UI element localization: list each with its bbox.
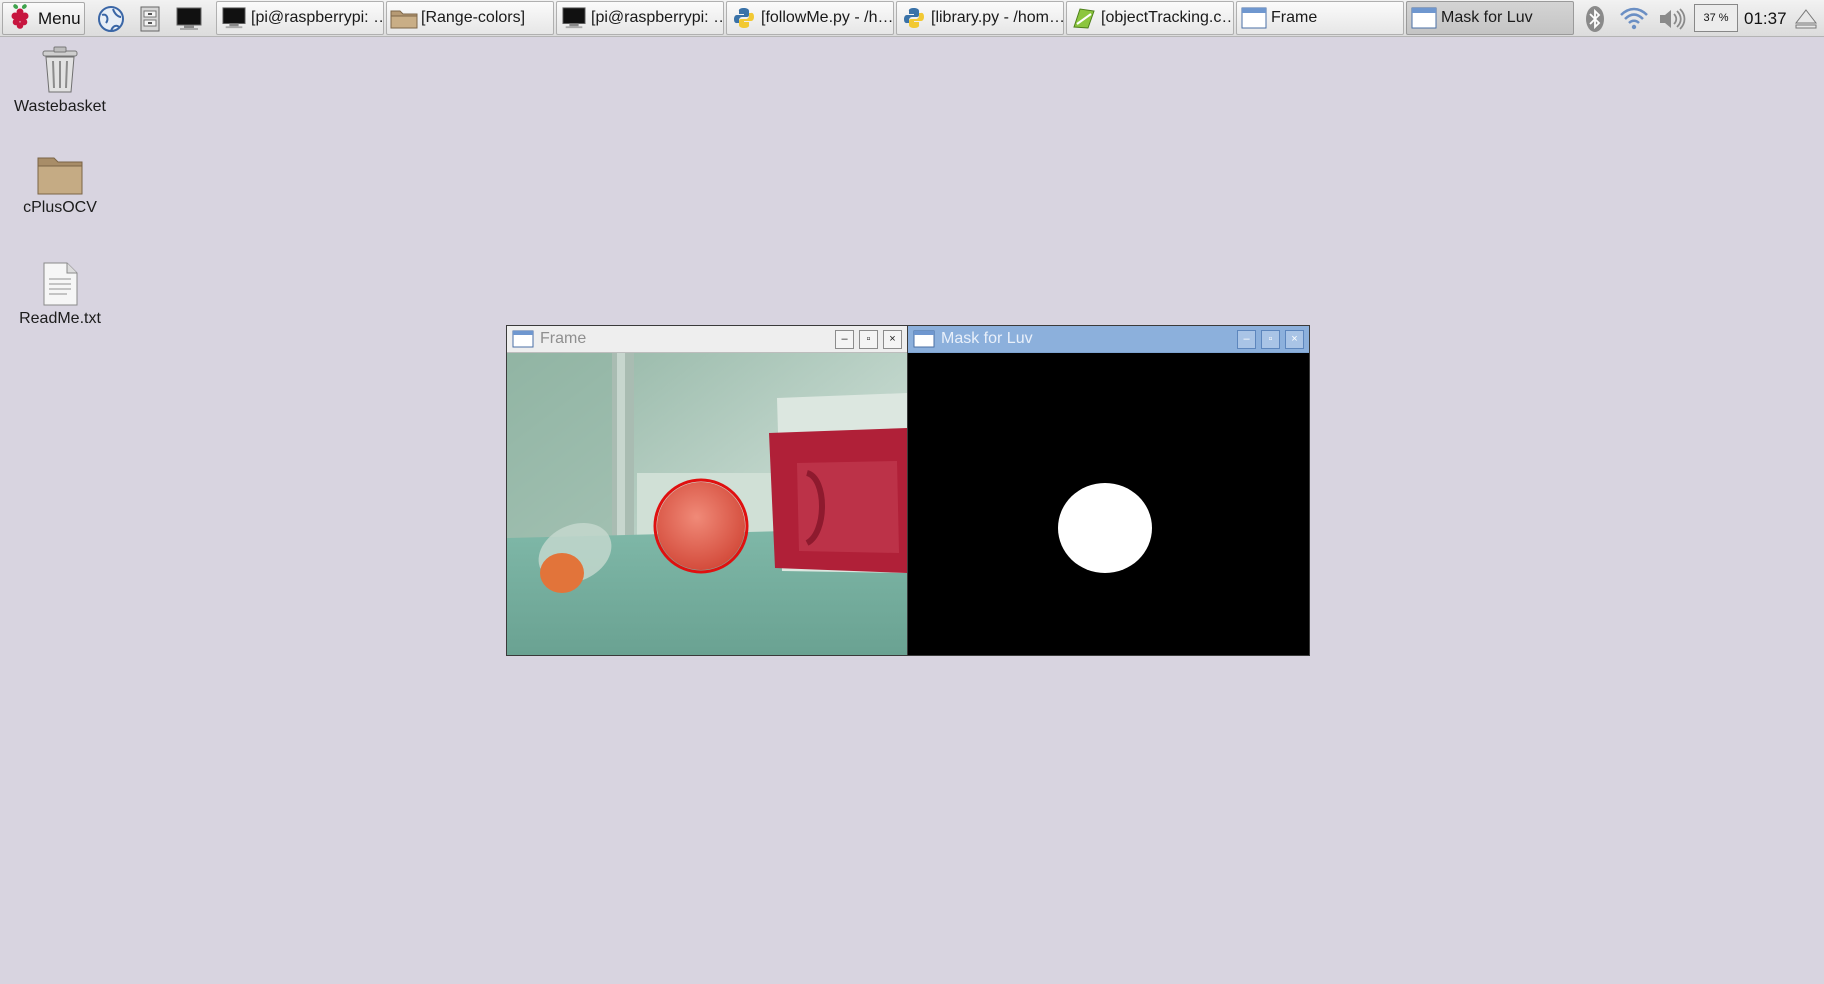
speaker-icon	[1660, 7, 1686, 30]
globe-icon	[98, 5, 124, 32]
clock[interactable]: 01:37	[1744, 0, 1787, 37]
desktop-icon-label: cPlusOCV	[23, 199, 97, 216]
taskbar: Menu [pi@raspberrypi: … [Range-colors] […	[0, 0, 1824, 37]
close-button[interactable]: ×	[1285, 329, 1304, 349]
window-icon	[913, 330, 935, 348]
clock-time: 01:37	[1744, 8, 1787, 28]
close-icon: ×	[1291, 332, 1298, 345]
window-frame[interactable]: Frame – ▫ ×	[506, 325, 908, 656]
folder-icon	[390, 6, 418, 30]
bluetooth-button[interactable]	[1580, 3, 1610, 34]
eject-button[interactable]	[1792, 3, 1820, 34]
task-label: [followMe.py - /h…	[761, 9, 893, 26]
terminal-icon	[220, 6, 248, 30]
desktop-icon-readme[interactable]: ReadMe.txt	[0, 261, 120, 328]
minimize-icon: –	[841, 332, 848, 345]
maximize-button[interactable]: ▫	[859, 329, 878, 349]
terminal-icon	[560, 6, 588, 30]
menu-label: Menu	[38, 8, 81, 28]
python-icon	[730, 6, 758, 30]
window-titlebar[interactable]: Mask for Luv – ▫ ×	[908, 326, 1309, 353]
cpu-monitor[interactable]: 37 %	[1694, 4, 1738, 32]
menu-button[interactable]: Menu	[2, 2, 85, 35]
task-label: Mask for Luv	[1441, 9, 1533, 26]
file-manager-launcher[interactable]	[133, 3, 167, 34]
window-icon	[512, 330, 534, 348]
maximize-icon: ▫	[866, 332, 871, 345]
camera-frame-image	[507, 353, 907, 655]
eject-icon	[1794, 8, 1818, 28]
task-terminal-2[interactable]: [pi@raspberrypi: …	[556, 1, 724, 35]
bluetooth-icon	[1586, 5, 1604, 32]
wifi-button[interactable]	[1616, 3, 1652, 34]
desktop-icon-cplusocv[interactable]: cPlusOCV	[0, 152, 120, 217]
task-objecttracking[interactable]: [objectTracking.c…	[1066, 1, 1234, 35]
task-library-py[interactable]: [library.py - /hom…	[896, 1, 1064, 35]
desktop-icon-label: Wastebasket	[14, 98, 106, 115]
task-followme-py[interactable]: [followMe.py - /h…	[726, 1, 894, 35]
maximize-icon: ▫	[1268, 332, 1273, 345]
wifi-icon	[1620, 7, 1648, 29]
minimize-button[interactable]: –	[835, 329, 854, 349]
terminal-launcher[interactable]	[172, 3, 206, 34]
raspberry-pi-icon	[8, 3, 32, 35]
task-label: Frame	[1271, 9, 1318, 26]
python-icon	[900, 6, 928, 30]
window-icon	[1240, 6, 1268, 30]
task-frame[interactable]: Frame	[1236, 1, 1404, 35]
desktop-screen: Menu [pi@raspberrypi: … [Range-colors] […	[0, 0, 1824, 984]
volume-button[interactable]	[1655, 3, 1691, 34]
terminal-icon	[176, 7, 202, 30]
text-file-icon	[43, 262, 78, 306]
folder-icon	[37, 157, 83, 195]
task-mask-for-luv[interactable]: Mask for Luv	[1406, 1, 1574, 35]
trash-icon	[42, 46, 78, 93]
task-label: [pi@raspberrypi: …	[591, 9, 723, 26]
camera-feed	[507, 353, 907, 655]
minimize-button[interactable]: –	[1237, 329, 1256, 349]
window-mask-for-luv[interactable]: Mask for Luv – ▫ ×	[907, 325, 1310, 656]
task-label: [pi@raspberrypi: …	[251, 9, 383, 26]
file-cabinet-icon	[140, 6, 160, 31]
minimize-icon: –	[1243, 332, 1250, 345]
close-button[interactable]: ×	[883, 329, 902, 349]
text-editor-icon	[1070, 6, 1098, 30]
task-range-colors[interactable]: [Range-colors]	[386, 1, 554, 35]
cpu-percent: 37 %	[1703, 12, 1729, 24]
task-label: [library.py - /hom…	[931, 9, 1063, 26]
window-title: Mask for Luv	[941, 330, 1033, 347]
mask-view	[908, 353, 1309, 655]
close-icon: ×	[889, 332, 896, 345]
maximize-button[interactable]: ▫	[1261, 329, 1280, 349]
window-icon	[1410, 6, 1438, 30]
web-browser-launcher[interactable]	[94, 3, 128, 34]
task-label: [objectTracking.c…	[1101, 9, 1233, 26]
desktop-icon-label: ReadMe.txt	[19, 310, 101, 327]
window-titlebar[interactable]: Frame – ▫ ×	[507, 326, 907, 353]
desktop-icon-wastebasket[interactable]: Wastebasket	[0, 45, 120, 116]
window-title: Frame	[540, 330, 587, 347]
task-terminal-1[interactable]: [pi@raspberrypi: …	[216, 1, 384, 35]
mask-image	[908, 353, 1309, 655]
task-label: [Range-colors]	[421, 9, 526, 26]
